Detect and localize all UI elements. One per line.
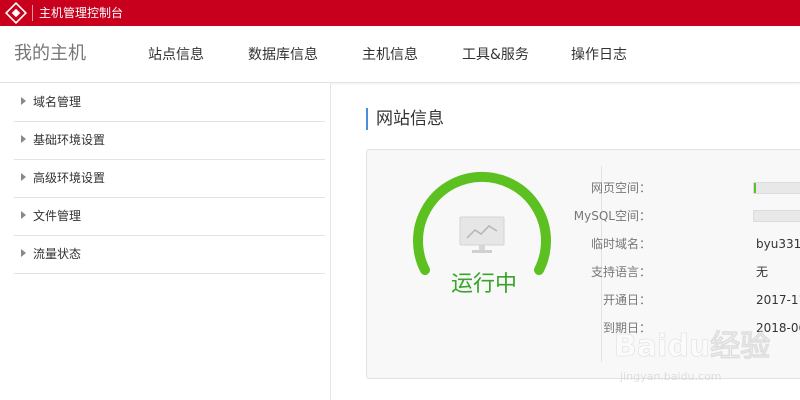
sidebar-item-advanced-env[interactable]: 高级环境设置 bbox=[14, 159, 325, 198]
section-title: 网站信息 bbox=[366, 108, 444, 130]
open-date-row: 开通日： 2017-11 bbox=[601, 290, 800, 310]
topbar-divider bbox=[32, 5, 33, 21]
running-status: 运行中 bbox=[450, 272, 517, 297]
web-space-row: 网页空间： bbox=[591, 178, 800, 198]
sidebar-item-file-management[interactable]: 文件管理 bbox=[14, 197, 325, 236]
sidebar-item-label: 域名管理 bbox=[33, 95, 82, 109]
language-value: 无 bbox=[756, 265, 769, 279]
top-bar: 主机管理控制台 bbox=[0, 0, 800, 26]
sidebar-item-domain[interactable]: 域名管理 bbox=[14, 83, 325, 122]
web-space-progress-fill bbox=[754, 183, 757, 193]
caret-right-icon bbox=[21, 97, 26, 105]
web-space-progress bbox=[753, 182, 800, 194]
nav-tools-services[interactable]: 工具&服务 bbox=[462, 45, 529, 65]
mysql-space-label: MySQL空间： bbox=[573, 209, 651, 223]
page-brand: 我的主机 bbox=[14, 43, 86, 64]
caret-right-icon bbox=[21, 249, 26, 257]
language-row: 支持语言： 无 bbox=[591, 262, 800, 282]
open-date-label: 开通日： bbox=[602, 293, 651, 307]
watermark-url: jingyan.baidu.com bbox=[619, 370, 722, 383]
temp-domain-label: 临时域名： bbox=[590, 237, 651, 251]
watermark-text: Baidu经验 bbox=[614, 329, 770, 364]
language-label: 支持语言： bbox=[590, 265, 651, 279]
sidebar-item-basic-env[interactable]: 基础环境设置 bbox=[14, 121, 325, 160]
sidebar-item-traffic-status[interactable]: 流量状态 bbox=[14, 235, 325, 274]
temp-domain-row: 临时域名： byu3315 bbox=[591, 234, 800, 254]
diamond-logo-icon[interactable] bbox=[5, 2, 27, 24]
caret-right-icon bbox=[21, 211, 26, 219]
caret-right-icon bbox=[21, 173, 26, 181]
temp-domain-value: byu3315 bbox=[756, 237, 800, 251]
baidu-watermark: Baidu经验 jingyan.baidu.com bbox=[614, 329, 771, 383]
mysql-space-progress bbox=[753, 210, 800, 222]
nav-operation-log[interactable]: 操作日志 bbox=[571, 45, 627, 65]
nav-database-info[interactable]: 数据库信息 bbox=[248, 45, 318, 65]
sidebar: 域名管理 基础环境设置 高级环境设置 文件管理 流量状态 bbox=[0, 83, 331, 400]
sidebar-item-label: 高级环境设置 bbox=[33, 171, 106, 185]
mysql-space-row: MySQL空间： bbox=[574, 206, 800, 226]
sidebar-item-label: 流量状态 bbox=[33, 247, 82, 261]
web-space-label: 网页空间： bbox=[590, 181, 651, 195]
console-title: 主机管理控制台 bbox=[39, 6, 124, 20]
monitor-chart-icon bbox=[459, 216, 505, 253]
sidebar-item-label: 基础环境设置 bbox=[33, 133, 106, 147]
nav-site-info[interactable]: 站点信息 bbox=[148, 45, 204, 65]
open-date-value: 2017-11 bbox=[756, 293, 800, 307]
main-header: 我的主机 站点信息 数据库信息 主机信息 工具&服务 操作日志 bbox=[0, 26, 800, 83]
nav-host-info[interactable]: 主机信息 bbox=[362, 45, 418, 65]
sidebar-item-label: 文件管理 bbox=[33, 209, 82, 223]
caret-right-icon bbox=[21, 135, 26, 143]
